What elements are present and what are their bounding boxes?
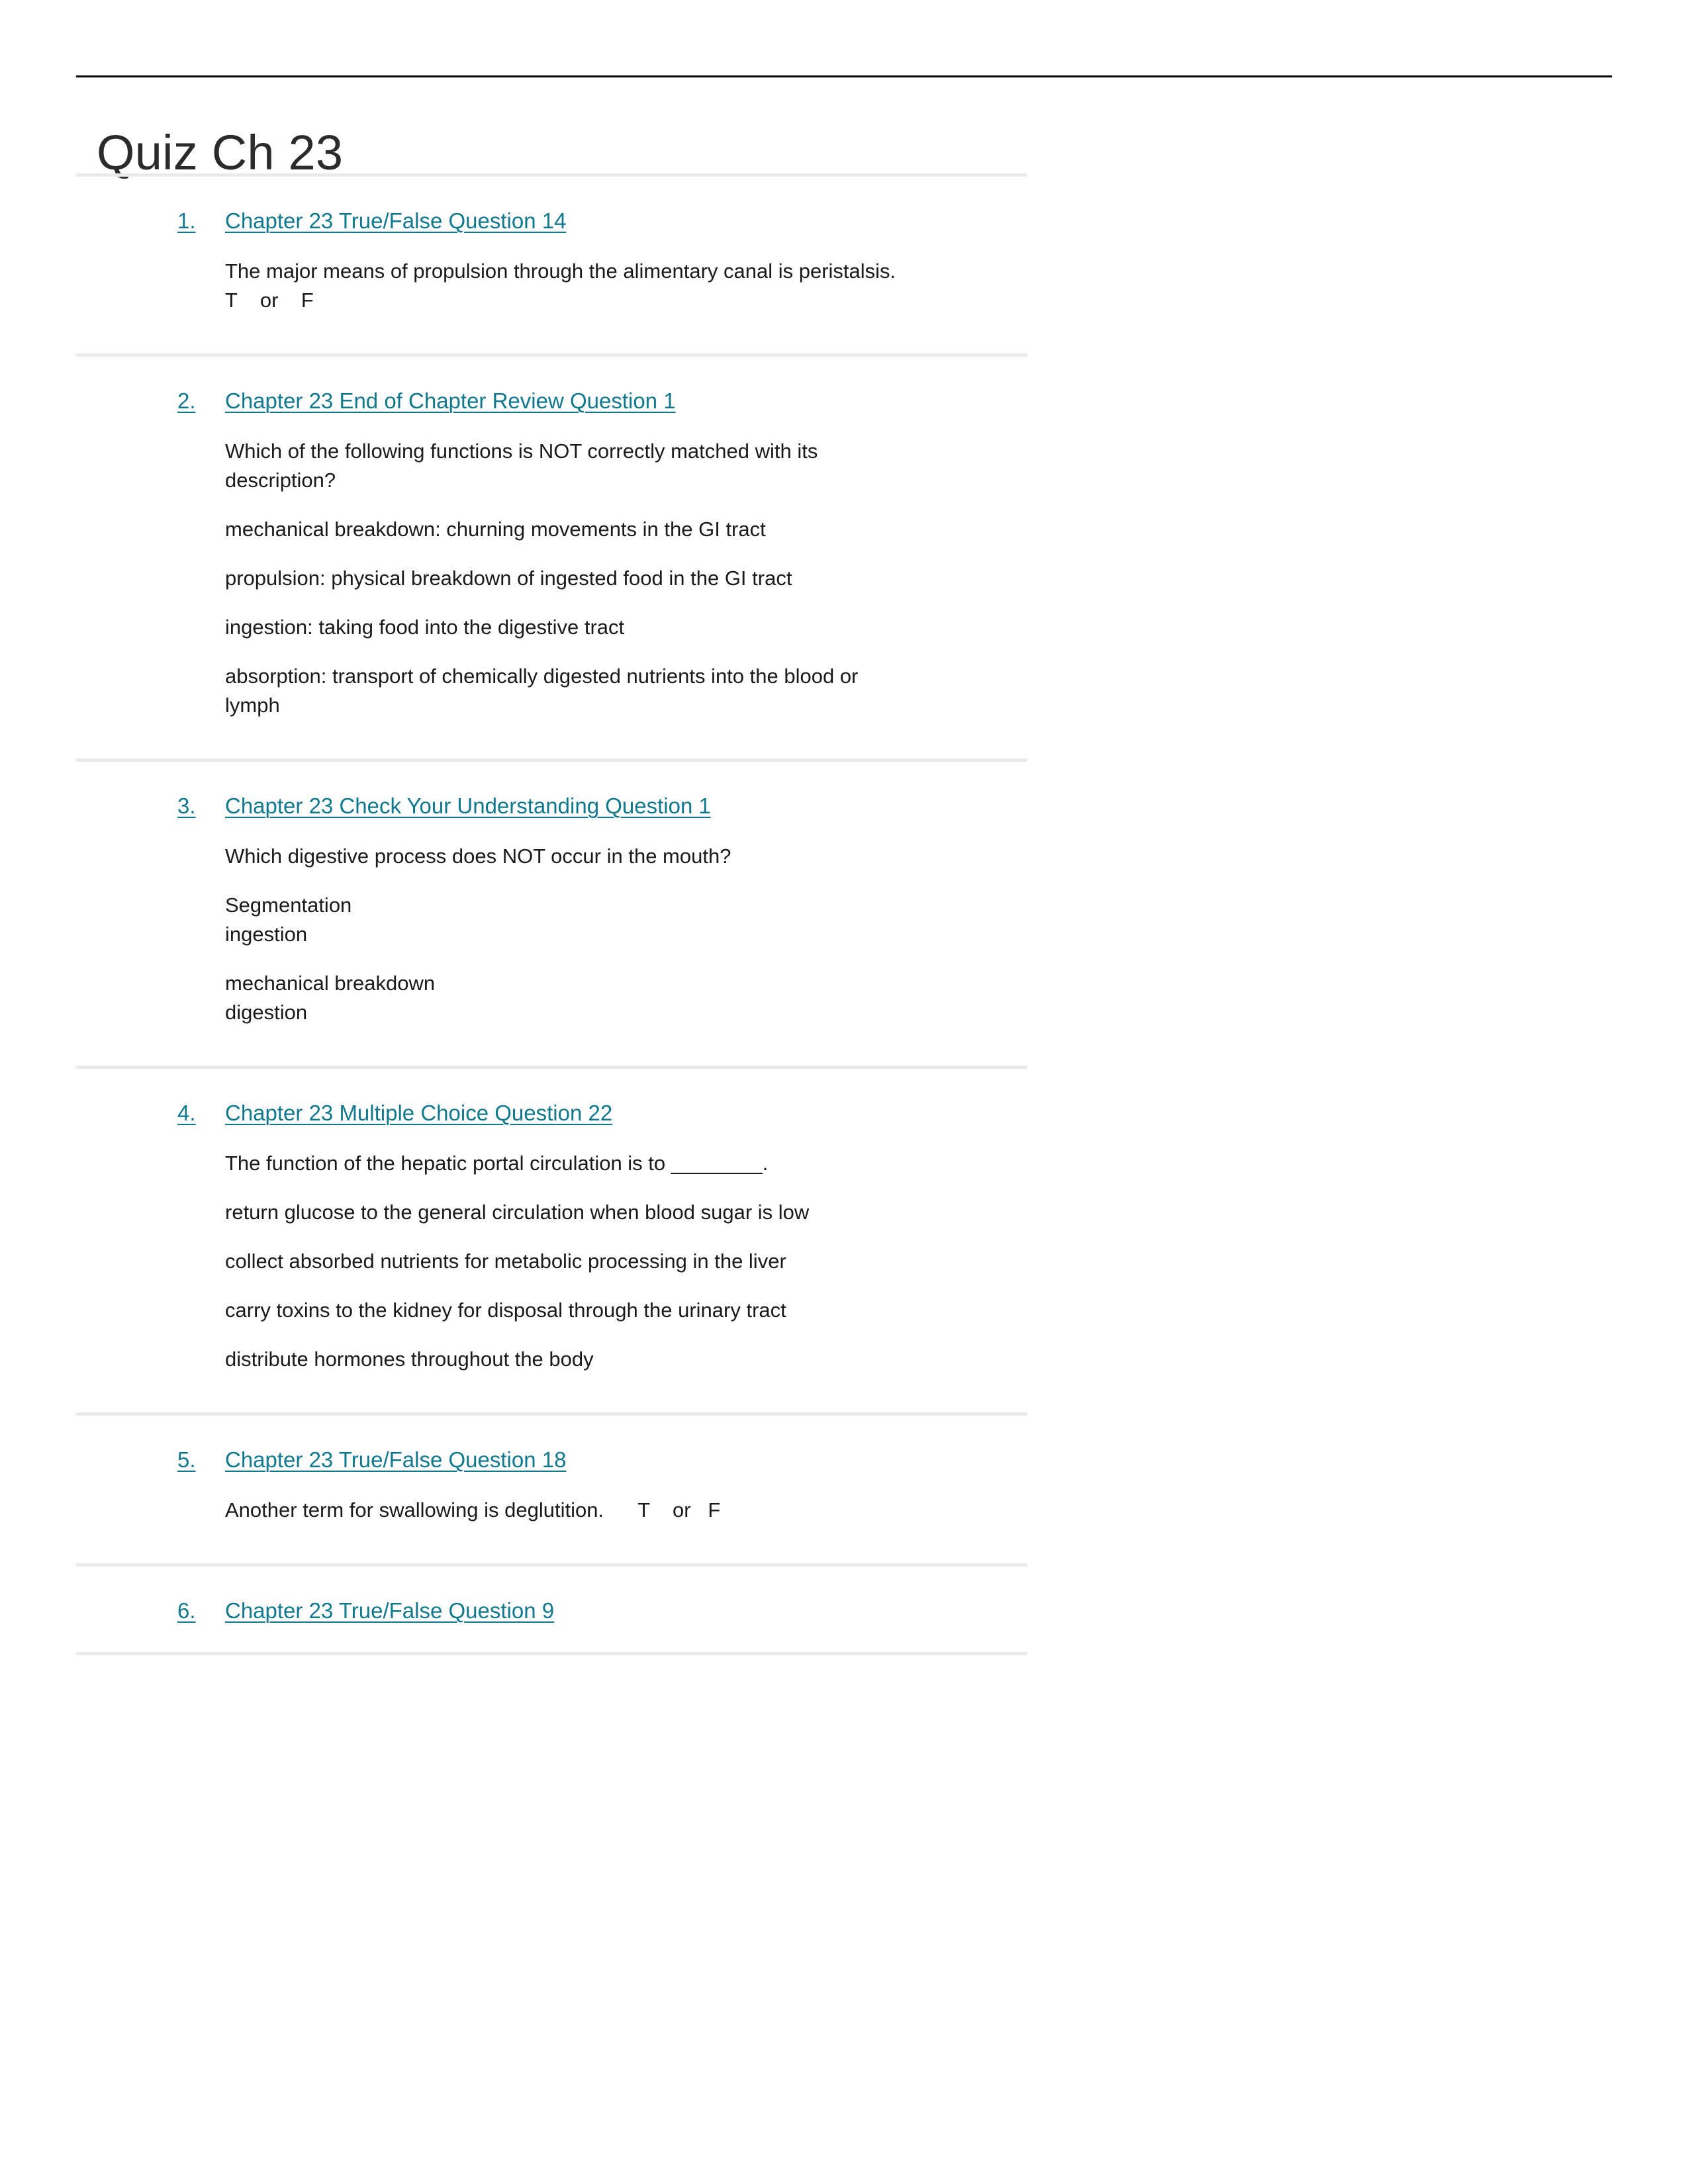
question-paragraph: The function of the hepatic portal circu…	[225, 1151, 769, 1175]
question-link[interactable]: Chapter 23 True/False Question 18	[177, 1446, 899, 1475]
answer-option: propulsion: physical breakdown of ingest…	[225, 566, 792, 590]
question-heading[interactable]: 2. Chapter 23 End of Chapter Review Ques…	[0, 387, 899, 416]
answer-option: return glucose to the general circulatio…	[225, 1200, 810, 1224]
question-paragraph: Which digestive process does NOT occur i…	[225, 844, 731, 868]
question-body: Another term for swallowing is deglutiti…	[0, 1496, 900, 1525]
question-paragraph: Which of the following functions is NOT …	[225, 439, 823, 492]
question-heading[interactable]: 1. Chapter 23 True/False Question 14	[0, 207, 899, 236]
question-heading[interactable]: 6. Chapter 23 True/False Question 9	[0, 1597, 899, 1625]
question-block: 1. Chapter 23 True/False Question 14 The…	[0, 207, 1688, 353]
question-link[interactable]: Chapter 23 True/False Question 9	[177, 1597, 899, 1625]
questions-list: 1. Chapter 23 True/False Question 14 The…	[0, 173, 1688, 1655]
header-rule	[76, 75, 1612, 77]
section-divider	[76, 1412, 1027, 1416]
question-link[interactable]: Chapter 23 True/False Question 14	[177, 207, 899, 236]
question-paragraph: Another term for swallowing is deglutiti…	[225, 1498, 721, 1522]
answer-option: absorption: transport of chemically dige…	[225, 664, 865, 717]
question-block: 5. Chapter 23 True/False Question 18 Ano…	[0, 1446, 1688, 1563]
answer-option: distribute hormones throughout the body	[225, 1347, 594, 1371]
section-divider	[76, 1065, 1027, 1069]
question-link[interactable]: Chapter 23 Multiple Choice Question 22	[177, 1099, 899, 1128]
question-number: 2.	[177, 388, 196, 413]
document-page: Quiz Ch 23 1. Chapter 23 True/False Ques…	[0, 0, 1688, 2184]
answer-option: collect absorbed nutrients for metabolic…	[225, 1249, 786, 1273]
question-block: 6. Chapter 23 True/False Question 9	[0, 1597, 1688, 1652]
section-divider	[76, 758, 1027, 762]
question-number: 4.	[177, 1100, 196, 1125]
question-number: 5.	[177, 1447, 196, 1472]
question-block: 3. Chapter 23 Check Your Understanding Q…	[0, 792, 1688, 1066]
section-divider	[76, 173, 1027, 177]
answer-option: carry toxins to the kidney for disposal …	[225, 1298, 786, 1322]
section-divider	[76, 1563, 1027, 1567]
question-number: 3.	[177, 793, 196, 818]
question-body: The function of the hepatic portal circu…	[0, 1149, 900, 1374]
question-body: The major means of propulsion through th…	[0, 257, 900, 315]
answer-option: Segmentation ingestion	[225, 893, 352, 946]
section-divider	[76, 353, 1027, 357]
question-block: 4. Chapter 23 Multiple Choice Question 2…	[0, 1099, 1688, 1412]
question-heading[interactable]: 3. Chapter 23 Check Your Understanding Q…	[0, 792, 899, 821]
question-link[interactable]: Chapter 23 Check Your Understanding Ques…	[177, 792, 899, 821]
question-body: Which digestive process does NOT occur i…	[0, 842, 900, 1027]
question-block: 2. Chapter 23 End of Chapter Review Ques…	[0, 387, 1688, 758]
question-number: 6.	[177, 1598, 196, 1623]
question-link[interactable]: Chapter 23 End of Chapter Review Questio…	[177, 387, 899, 416]
section-divider	[76, 1651, 1027, 1655]
answer-option: ingestion: taking food into the digestiv…	[225, 615, 625, 639]
question-body: Which of the following functions is NOT …	[0, 437, 900, 720]
answer-option: mechanical breakdown: churning movements…	[225, 517, 766, 541]
question-number: 1.	[177, 208, 196, 233]
answer-option: mechanical breakdown digestion	[225, 971, 436, 1024]
question-heading[interactable]: 4. Chapter 23 Multiple Choice Question 2…	[0, 1099, 899, 1128]
question-heading[interactable]: 5. Chapter 23 True/False Question 18	[0, 1446, 899, 1475]
question-paragraph: The major means of propulsion through th…	[225, 259, 907, 312]
page-title: Quiz Ch 23	[97, 124, 344, 180]
